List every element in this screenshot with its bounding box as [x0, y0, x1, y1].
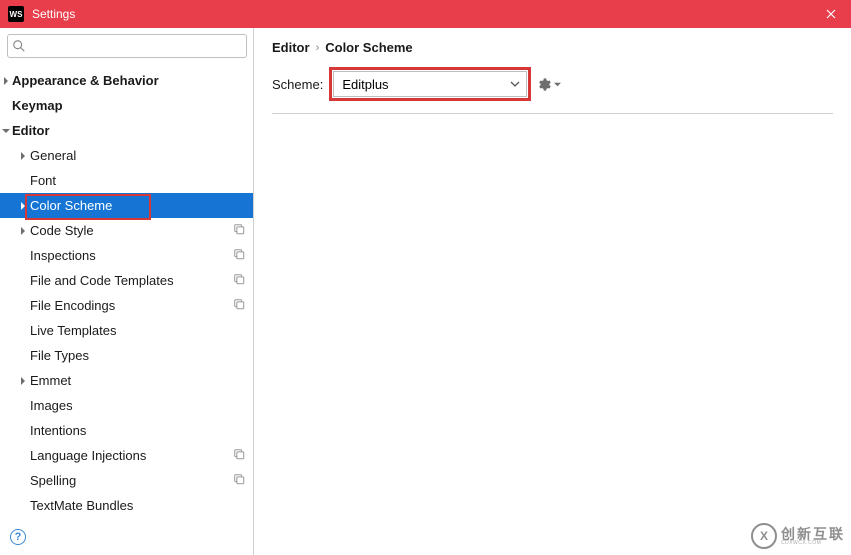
- scope-icon: [233, 223, 245, 238]
- tree-item-label: Keymap: [12, 98, 245, 113]
- scheme-actions-button[interactable]: [537, 77, 561, 92]
- gear-icon: [537, 77, 552, 92]
- tree-item-intentions[interactable]: Intentions: [0, 418, 253, 443]
- search-input[interactable]: [30, 39, 242, 53]
- expand-arrow-icon[interactable]: [0, 127, 12, 135]
- scope-icon: [233, 273, 245, 288]
- search-box[interactable]: [7, 34, 247, 58]
- tree-item-label: General: [30, 148, 245, 163]
- tree-item-appearance-behavior[interactable]: Appearance & Behavior: [0, 68, 253, 93]
- tree-item-file-types[interactable]: File Types: [0, 343, 253, 368]
- scheme-value: Editplus: [342, 77, 388, 92]
- scope-icon: [233, 248, 245, 263]
- divider: [272, 113, 833, 114]
- watermark-sub: CDXWCX.COM: [781, 541, 845, 546]
- tree-item-label: Images: [30, 398, 245, 413]
- tree-item-keymap[interactable]: Keymap: [0, 93, 253, 118]
- tree-item-emmet[interactable]: Emmet: [0, 368, 253, 393]
- close-button[interactable]: [811, 0, 851, 28]
- scheme-label: Scheme:: [272, 77, 323, 92]
- watermark-logo: X: [751, 523, 777, 549]
- scope-icon: [233, 298, 245, 313]
- titlebar: WS Settings: [0, 0, 851, 28]
- tree-item-label: TextMate Bundles: [30, 498, 245, 513]
- tree-item-label: Code Style: [30, 223, 233, 238]
- scope-icon: [233, 448, 245, 463]
- chevron-right-icon: ›: [316, 42, 320, 54]
- tree-item-label: Live Templates: [30, 323, 245, 338]
- tree-item-code-style[interactable]: Code Style: [0, 218, 253, 243]
- expand-arrow-icon[interactable]: [16, 202, 30, 210]
- tree-item-label: Inspections: [30, 248, 233, 263]
- tree-item-color-scheme[interactable]: Color Scheme: [0, 193, 253, 218]
- tree-item-label: Appearance & Behavior: [12, 73, 245, 88]
- close-icon: [826, 9, 836, 19]
- watermark-main: 创新互联: [781, 527, 845, 541]
- tree-item-images[interactable]: Images: [0, 393, 253, 418]
- help-button[interactable]: ?: [10, 529, 26, 545]
- tree-item-file-and-code-templates[interactable]: File and Code Templates: [0, 268, 253, 293]
- tree-item-file-encodings[interactable]: File Encodings: [0, 293, 253, 318]
- scheme-dropdown[interactable]: Editplus: [333, 71, 527, 97]
- expand-arrow-icon[interactable]: [0, 77, 12, 85]
- settings-sidebar: Appearance & Behavior Keymap Editor General…: [0, 28, 254, 555]
- breadcrumb: Editor › Color Scheme: [272, 40, 833, 55]
- expand-arrow-icon[interactable]: [16, 377, 30, 385]
- tree-item-label: File Types: [30, 348, 245, 363]
- window-title: Settings: [32, 7, 811, 21]
- chevron-down-icon: [510, 79, 520, 89]
- tree-item-label: Intentions: [30, 423, 245, 438]
- tree-item-label: File Encodings: [30, 298, 233, 313]
- watermark: X 创新互联 CDXWCX.COM: [751, 523, 845, 549]
- scope-icon: [233, 473, 245, 488]
- breadcrumb-current: Color Scheme: [325, 40, 412, 55]
- expand-arrow-icon[interactable]: [16, 152, 30, 160]
- tree-item-language-injections[interactable]: Language Injections: [0, 443, 253, 468]
- app-icon: WS: [8, 6, 24, 22]
- tree-item-live-templates[interactable]: Live Templates: [0, 318, 253, 343]
- tree-item-general[interactable]: General: [0, 143, 253, 168]
- tree-item-spelling[interactable]: Spelling: [0, 468, 253, 493]
- expand-arrow-icon[interactable]: [16, 227, 30, 235]
- tree-item-editor[interactable]: Editor: [0, 118, 253, 143]
- tree-item-label: Spelling: [30, 473, 233, 488]
- caret-down-icon: [554, 81, 561, 88]
- tree-item-label: Font: [30, 173, 245, 188]
- tree-item-textmate-bundles[interactable]: TextMate Bundles: [0, 493, 253, 518]
- tree-item-label: File and Code Templates: [30, 273, 233, 288]
- main-panel: Editor › Color Scheme Scheme: Editplus: [254, 28, 851, 555]
- search-icon: [12, 39, 26, 53]
- tree-item-label: Editor: [12, 123, 245, 138]
- settings-tree: Appearance & Behavior Keymap Editor General…: [0, 64, 253, 555]
- tree-item-label: Color Scheme: [30, 198, 245, 213]
- breadcrumb-parent[interactable]: Editor: [272, 40, 310, 55]
- tree-item-label: Emmet: [30, 373, 245, 388]
- tree-item-font[interactable]: Font: [0, 168, 253, 193]
- tree-item-label: Language Injections: [30, 448, 233, 463]
- tree-item-inspections[interactable]: Inspections: [0, 243, 253, 268]
